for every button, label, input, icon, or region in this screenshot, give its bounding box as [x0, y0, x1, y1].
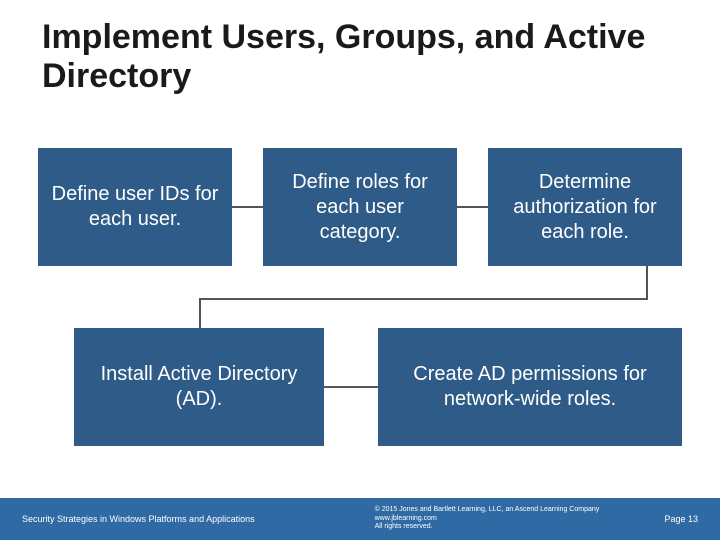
step-label: Create AD permissions for network-wide r… — [390, 362, 670, 412]
step-box-define-roles: Define roles for each user category. — [263, 148, 457, 266]
footer-copyright-line3: All rights reserved. — [375, 523, 665, 532]
connector — [646, 266, 648, 298]
step-box-install-ad: Install Active Directory (AD). — [74, 328, 324, 446]
step-label: Define user IDs for each user. — [50, 182, 220, 232]
step-box-determine-authorization: Determine authorization for each role. — [488, 148, 682, 266]
slide: Implement Users, Groups, and Active Dire… — [0, 0, 720, 540]
connector — [232, 206, 263, 208]
footer-copyright: © 2015 Jones and Bartlett Learning, LLC,… — [255, 506, 665, 532]
step-label: Define roles for each user category. — [275, 170, 445, 245]
connector — [199, 298, 201, 328]
step-box-create-ad-permissions: Create AD permissions for network-wide r… — [378, 328, 682, 446]
footer-left-text: Security Strategies in Windows Platforms… — [22, 514, 255, 524]
footer-copyright-line2: www.jblearning.com — [375, 515, 665, 524]
process-diagram: Define user IDs for each user. Define ro… — [38, 148, 682, 468]
step-box-define-user-ids: Define user IDs for each user. — [38, 148, 232, 266]
slide-title: Implement Users, Groups, and Active Dire… — [42, 18, 682, 96]
footer-bar: Security Strategies in Windows Platforms… — [0, 498, 720, 540]
footer-copyright-line1: © 2015 Jones and Bartlett Learning, LLC,… — [375, 506, 665, 515]
step-label: Install Active Directory (AD). — [86, 362, 312, 412]
connector — [324, 386, 378, 388]
connector — [457, 206, 488, 208]
step-label: Determine authorization for each role. — [500, 170, 670, 245]
connector — [199, 298, 648, 300]
page-number: Page 13 — [664, 514, 698, 524]
